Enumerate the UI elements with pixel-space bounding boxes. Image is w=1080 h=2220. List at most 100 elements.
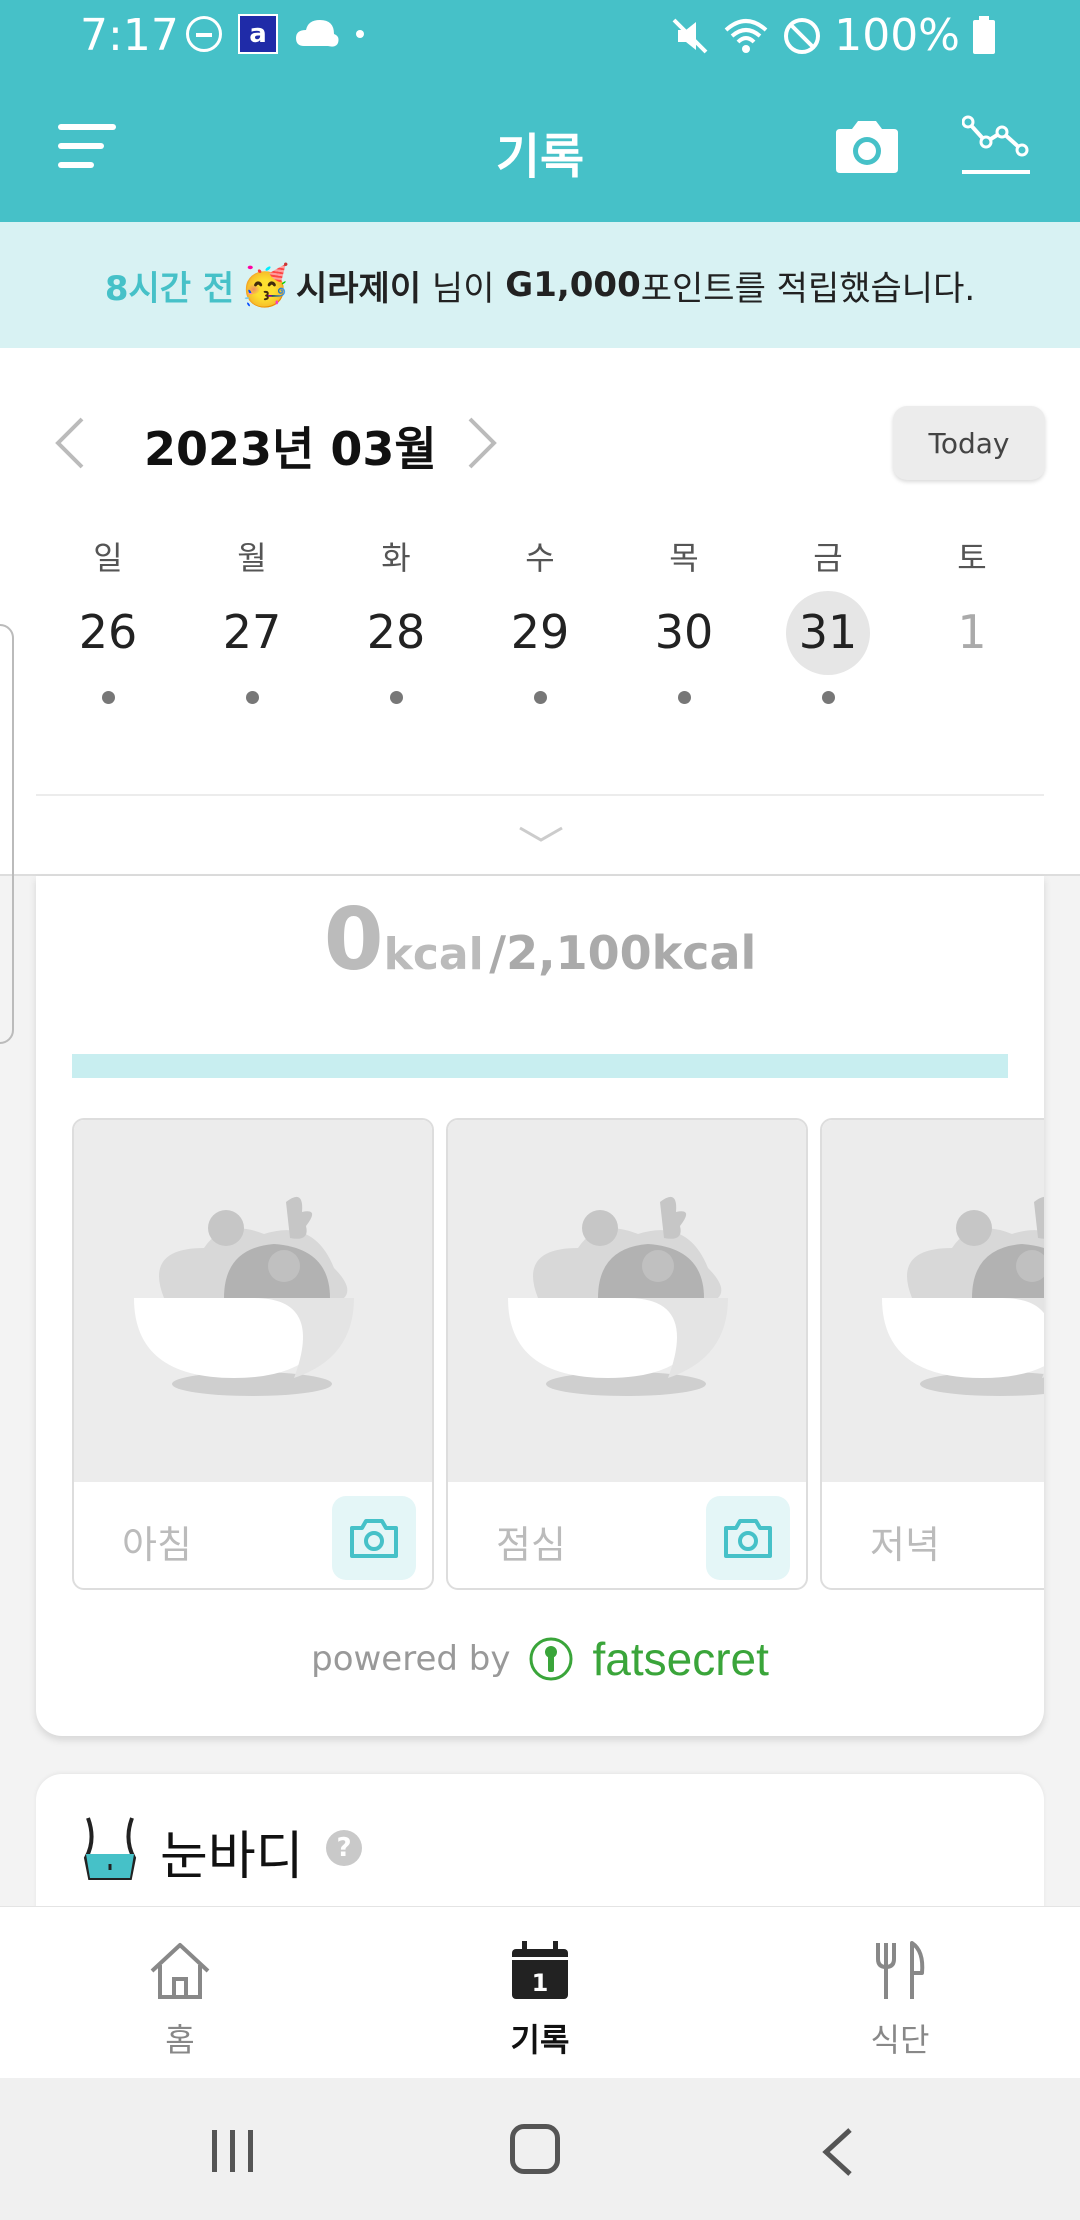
notification-points: G1,000 xyxy=(505,265,641,305)
day-cell[interactable]: 목 30 xyxy=(612,533,756,713)
record-dot xyxy=(678,691,691,704)
calorie-goal: /2,100kcal xyxy=(489,926,757,980)
record-dot xyxy=(534,691,547,704)
app-header: 기록 xyxy=(0,72,1080,222)
body-section-title: 눈바디 xyxy=(160,1827,304,1887)
day-cell[interactable]: 화 28 xyxy=(324,533,468,713)
calendar-divider xyxy=(36,794,1044,796)
day-cell[interactable]: 수 29 xyxy=(468,533,612,713)
fatsecret-logo-icon xyxy=(529,1637,573,1681)
meal-list[interactable]: 아침 점심 저녁 xyxy=(72,1118,1044,1590)
system-navigation-bar xyxy=(0,2078,1080,2220)
day-cell-selected[interactable]: 금 31 xyxy=(756,533,900,713)
day-cell[interactable]: 월 27 xyxy=(180,533,324,713)
home-icon xyxy=(150,1943,210,1999)
food-bowl-icon xyxy=(134,1196,354,1396)
chevron-right-icon[interactable] xyxy=(462,413,502,473)
notification-message: 포인트를 적립했습니다. xyxy=(640,268,976,309)
calendar-icon: 1 xyxy=(512,1941,568,1999)
day-cell[interactable]: 토 1 xyxy=(900,533,1044,713)
record-dot xyxy=(390,691,403,704)
meal-label: 아침 xyxy=(122,1523,192,1567)
meal-label: 저녁 xyxy=(870,1523,940,1567)
meal-photo-placeholder xyxy=(822,1120,1044,1482)
day-number: 31 xyxy=(798,605,858,659)
points-notification-banner[interactable]: 8시간 전 🥳 시라제이 님이 G1,000 포인트를 적립했습니다. xyxy=(0,222,1080,348)
food-bowl-icon xyxy=(882,1196,1044,1396)
camera-icon[interactable] xyxy=(832,117,902,177)
app-notification-icon: a xyxy=(238,14,278,54)
do-not-disturb-icon xyxy=(186,16,222,52)
more-notifications-dot xyxy=(356,30,364,38)
record-dot xyxy=(822,691,835,704)
notification-time-ago: 8시간 전 xyxy=(104,268,235,309)
food-bowl-icon xyxy=(508,1196,728,1396)
party-face-emoji: 🥳 xyxy=(240,262,290,309)
calorie-consumed: 0 xyxy=(323,890,384,990)
calendar-icon-day: 1 xyxy=(532,1969,549,1997)
battery-percent: 100% xyxy=(834,10,960,61)
weekday-label: 화 xyxy=(381,539,411,577)
tab-diet[interactable]: 식단 xyxy=(720,1907,1080,2079)
day-number: 1 xyxy=(957,605,987,659)
month-label: 2023년 03월 xyxy=(144,422,437,476)
status-bar: 7:17 a 100% xyxy=(0,0,1080,72)
status-system-icons: 100% xyxy=(670,10,996,61)
calorie-progress-bar xyxy=(72,1054,1008,1078)
day-number: 27 xyxy=(222,605,282,659)
weekday-label: 일 xyxy=(93,539,123,577)
tab-label: 식단 xyxy=(870,2021,930,2059)
home-button-icon[interactable] xyxy=(510,2124,560,2174)
week-days: 일 26 월 27 화 28 수 29 목 30 금 31 토 1 xyxy=(36,533,1044,713)
day-number: 26 xyxy=(78,605,138,659)
calorie-unit: kcal xyxy=(383,929,484,980)
notification-user: 시라제이 xyxy=(295,268,422,309)
meal-photo-placeholder xyxy=(74,1120,432,1482)
cloud-icon xyxy=(296,20,339,47)
meal-photo-placeholder xyxy=(448,1120,806,1482)
tab-home[interactable]: 홈 xyxy=(0,1907,360,2079)
meal-card-breakfast[interactable]: 아침 xyxy=(72,1118,434,1590)
weekday-label: 금 xyxy=(813,539,843,577)
weekday-label: 수 xyxy=(525,539,555,577)
calorie-summary: 0kcal /2,100kcal xyxy=(36,890,1044,990)
tab-label: 홈 xyxy=(165,2021,195,2059)
chevron-left-icon[interactable] xyxy=(50,413,90,473)
chevron-down-icon[interactable] xyxy=(516,822,566,846)
meal-card-dinner[interactable]: 저녁 xyxy=(820,1118,1044,1590)
page-title: 기록 xyxy=(495,129,585,185)
battery-icon xyxy=(973,15,995,54)
trend-icon[interactable] xyxy=(962,112,1030,178)
help-icon[interactable]: ? xyxy=(326,1830,362,1866)
bottom-tab-bar: 홈 1 기록 식단 xyxy=(0,1906,1080,2078)
notification-honorific: 님이 xyxy=(421,268,506,309)
powered-by-fatsecret[interactable]: powered by fatsecret xyxy=(36,1632,1044,1686)
tab-label: 기록 xyxy=(510,2021,570,2059)
meal-camera-button[interactable] xyxy=(332,1496,416,1580)
weekday-label: 토 xyxy=(957,539,987,577)
recent-apps-icon[interactable] xyxy=(208,2128,258,2174)
meal-camera-button[interactable] xyxy=(706,1496,790,1580)
body-shape-icon xyxy=(83,1817,137,1880)
wifi-icon xyxy=(724,18,768,53)
status-time: 7:17 xyxy=(80,10,179,61)
day-cell[interactable]: 일 26 xyxy=(36,533,180,713)
week-calendar: 2023년 03월 Today 일 26 월 27 화 28 수 29 목 30… xyxy=(0,348,1080,1044)
record-dot xyxy=(246,691,259,704)
camera-icon xyxy=(350,1519,398,1558)
today-button[interactable]: Today xyxy=(893,406,1045,480)
weekday-label: 목 xyxy=(669,539,699,577)
blocked-icon xyxy=(784,17,821,54)
powered-by-label: powered by xyxy=(311,1639,511,1679)
day-number: 29 xyxy=(510,605,570,659)
record-dot xyxy=(102,691,115,704)
tab-record[interactable]: 1 기록 xyxy=(360,1907,720,2079)
day-number: 28 xyxy=(366,605,426,659)
weekday-label: 월 xyxy=(237,539,267,577)
camera-icon xyxy=(724,1519,772,1558)
back-icon[interactable] xyxy=(818,2126,858,2178)
day-number: 30 xyxy=(654,605,714,659)
side-drawer-handle[interactable] xyxy=(0,624,14,1044)
daily-calorie-card: 0kcal /2,100kcal 아침 점심 저녁 powered by fat… xyxy=(36,876,1044,1736)
meal-card-lunch[interactable]: 점심 xyxy=(446,1118,808,1590)
